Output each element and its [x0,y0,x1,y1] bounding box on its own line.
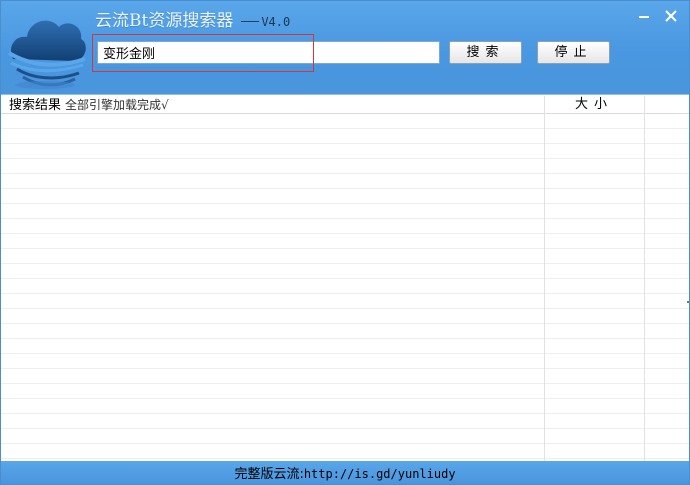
search-input[interactable] [98,42,439,63]
app-title: 云流Bt资源搜索器 V4.0 [95,10,290,32]
results-header: 搜索结果 全部引擎加载完成√ 大小 [1,96,689,114]
app-window: 云流Bt资源搜索器 V4.0 搜索 停止 搜索结果全部引擎加载完成√ 大小 [0,0,690,485]
title-dash [241,21,260,22]
column-divider [544,96,545,461]
results-column-header: 搜索结果 全部引擎加载完成√ [9,96,169,114]
results-list: 搜索结果 全部引擎加载完成√ 大小 [1,96,689,461]
search-field[interactable] [97,41,440,64]
minimize-icon [639,16,649,18]
footer-link[interactable]: http://is.gd/yunliudy [304,467,456,481]
column-divider [644,96,645,461]
close-icon [665,10,677,22]
stop-button[interactable]: 停止 [537,41,610,64]
app-title-text: 云流Bt资源搜索器 [95,11,234,31]
close-button[interactable] [662,7,680,25]
search-button[interactable]: 搜索 [449,41,522,64]
app-version: V4.0 [261,15,291,29]
title-bar: 云流Bt资源搜索器 V4.0 搜索 停止 [1,1,689,95]
cloud-logo-icon [7,20,86,89]
scrollbar-marker [687,301,689,303]
results-rows[interactable] [1,114,689,461]
footer-prefix: 完整版云流: [234,467,304,482]
engine-status: 全部引擎加载完成√ [65,98,169,112]
status-bar: 完整版云流:http://is.gd/yunliudy [1,461,689,484]
minimize-button[interactable] [635,7,653,25]
size-column-header[interactable]: 大小 [544,96,644,114]
results-label: 搜索结果 [9,98,62,113]
